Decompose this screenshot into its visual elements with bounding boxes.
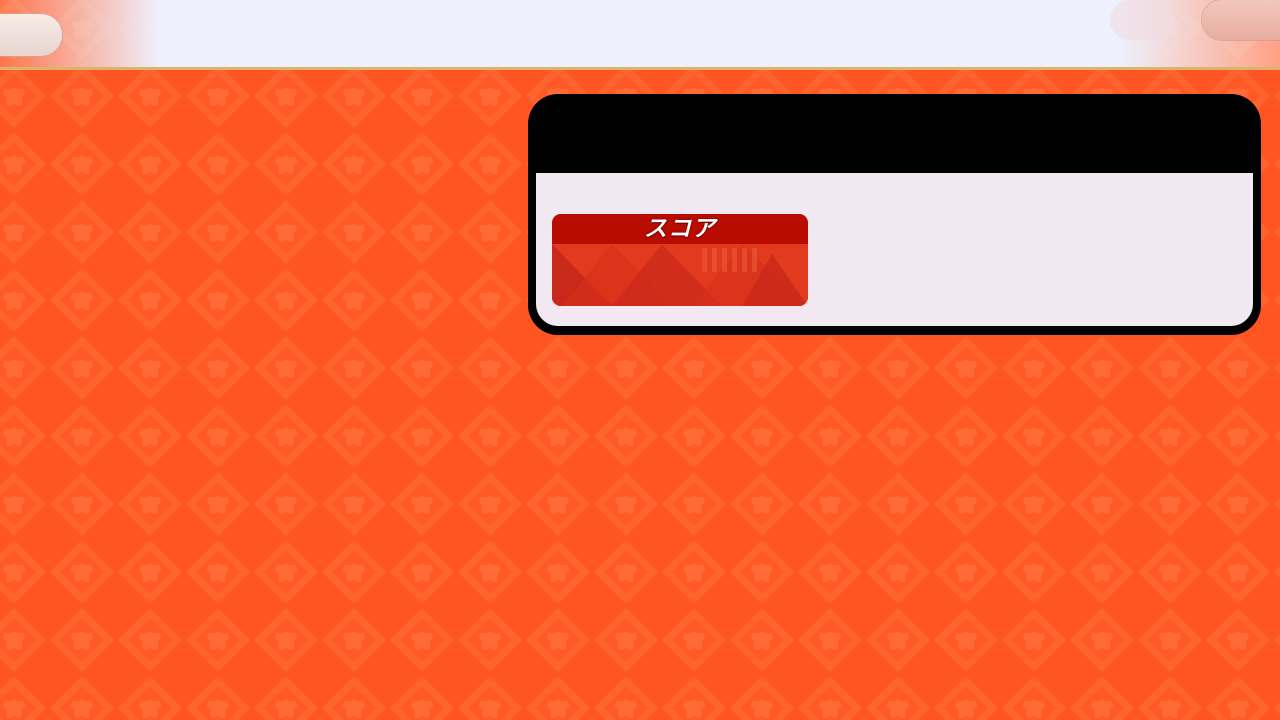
score-card: スコア [552, 214, 808, 306]
score-label: スコア [644, 216, 716, 242]
back-button[interactable] [0, 14, 62, 56]
top-right-ghost-button[interactable] [1110, 0, 1174, 40]
top-bar [0, 0, 1280, 70]
menu-button[interactable] [1202, 0, 1280, 40]
